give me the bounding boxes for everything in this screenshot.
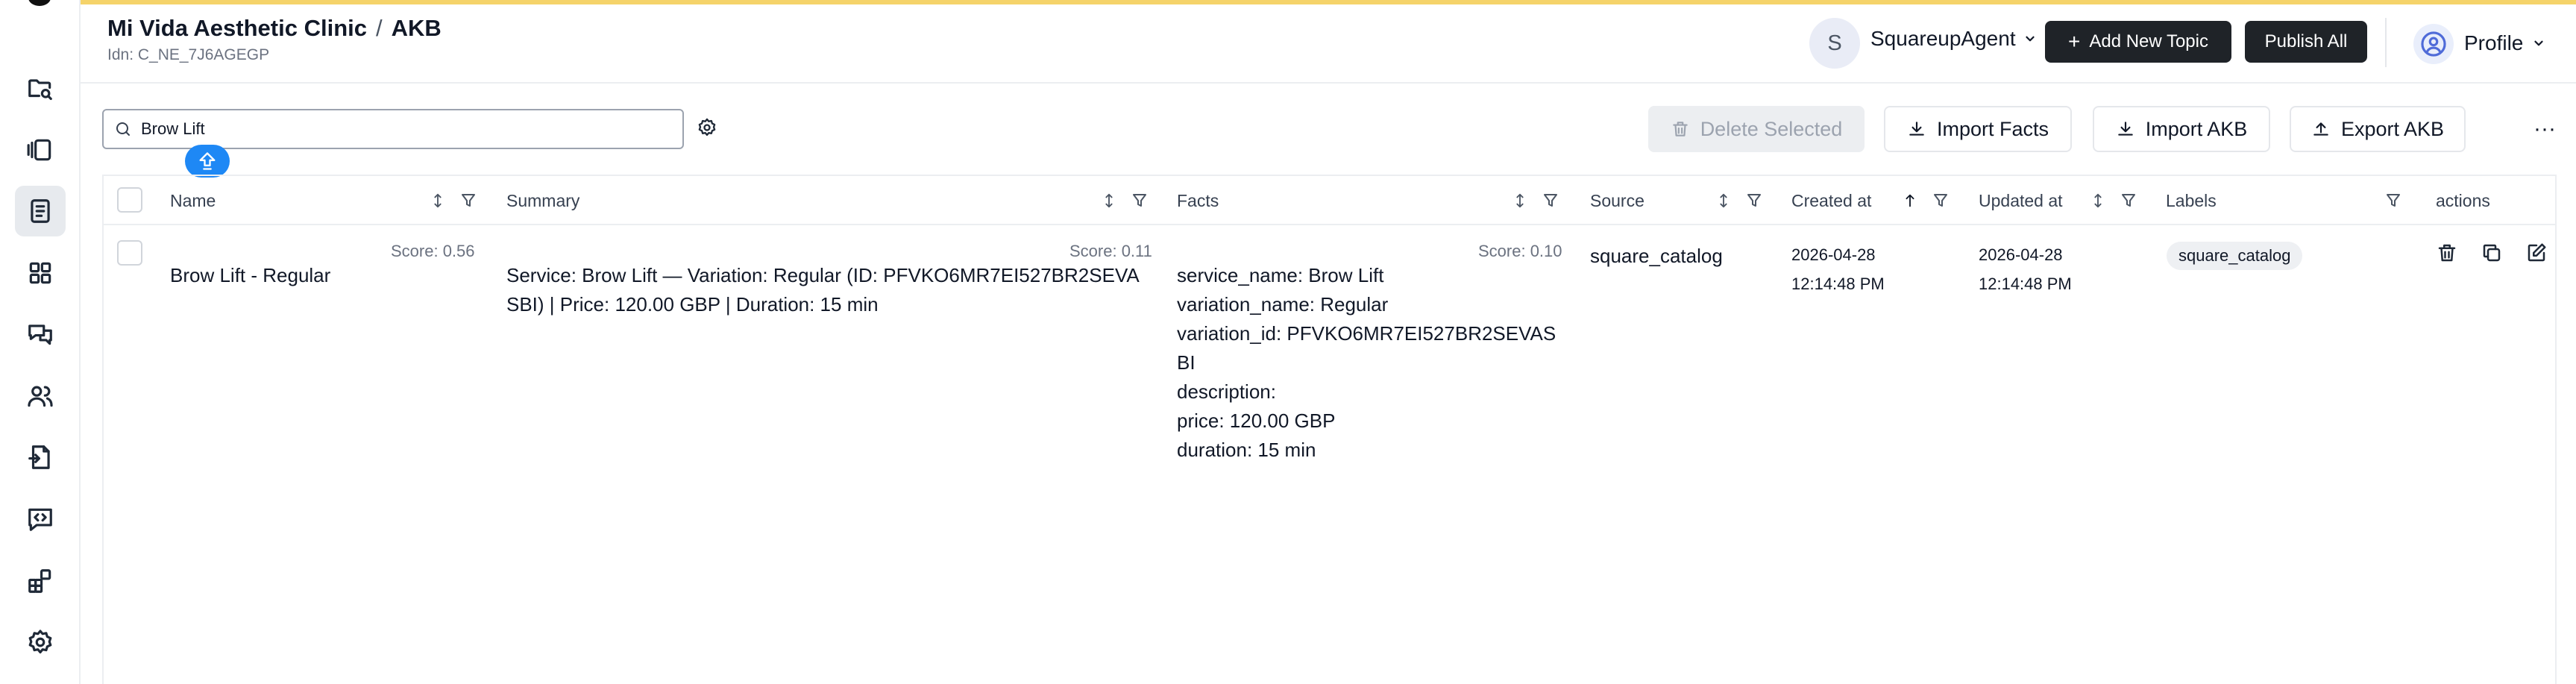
sidebar-item-panels[interactable]	[15, 125, 66, 175]
gear-icon	[28, 630, 52, 654]
sort-icon[interactable]	[1101, 191, 1117, 210]
sidebar-item-code[interactable]	[15, 494, 66, 545]
download-icon	[2117, 122, 2133, 136]
sort-icon[interactable]	[1715, 191, 1732, 210]
app-logo[interactable]	[28, 0, 51, 6]
agent-selector[interactable]: SquareupAgent	[1870, 27, 2037, 51]
row-summary: Service: Brow Lift — Variation: Regular …	[506, 264, 1140, 316]
sort-icon[interactable]	[430, 191, 446, 210]
export-akb-button[interactable]: Export AKB	[2290, 106, 2466, 152]
filter-icon[interactable]	[2120, 191, 2137, 210]
sidebar-item-integrations[interactable]	[15, 556, 66, 606]
sidebar-item-settings[interactable]	[15, 617, 66, 668]
summary-score: Score: 0.11	[1069, 242, 1152, 260]
header-divider	[2385, 18, 2387, 67]
row-actions	[2436, 242, 2548, 264]
publish-all-button[interactable]: Publish All	[2245, 21, 2367, 63]
agent-name: SquareupAgent	[1870, 27, 2016, 50]
facts-score: Score: 0.10	[1478, 242, 1562, 260]
agent-avatar[interactable]: S	[1809, 18, 1860, 69]
sidebar-item-dashboard[interactable]	[15, 248, 66, 298]
filter-icon[interactable]	[1745, 191, 1763, 210]
column-header-summary[interactable]: Summary	[506, 176, 579, 225]
column-header-created-at[interactable]: Created at	[1791, 176, 1871, 225]
sort-ascending-icon[interactable]	[1902, 191, 1918, 210]
arrow-up-icon	[199, 152, 216, 170]
select-all-checkbox[interactable]	[117, 187, 142, 213]
profile-menu[interactable]: Profile	[2464, 31, 2545, 55]
document-icon	[31, 199, 50, 223]
breadcrumb-clinic[interactable]: Mi Vida Aesthetic Clinic	[107, 15, 367, 41]
column-header-name[interactable]: Name	[170, 176, 216, 225]
column-header-actions: actions	[2436, 190, 2490, 210]
sidebar-item-files[interactable]	[15, 432, 66, 483]
row-updated-at: 2026-04-28 12:14:48 PM	[1979, 245, 2072, 293]
search-icon	[116, 122, 130, 136]
import-akb-button[interactable]: Import AKB	[2093, 106, 2270, 152]
import-facts-button[interactable]: Import Facts	[1884, 106, 2072, 152]
delete-selected-button[interactable]: Delete Selected	[1648, 106, 1865, 152]
clinic-id: Idn: C_NE_7J6AGEGP	[107, 46, 270, 63]
more-icon: ···	[2533, 116, 2556, 141]
filter-icon[interactable]	[2384, 191, 2402, 210]
users-icon	[28, 386, 53, 407]
sidebar-item-conversations[interactable]	[15, 309, 66, 360]
breadcrumb-section: AKB	[391, 15, 442, 41]
row-name[interactable]: Brow Lift - Regular	[170, 261, 330, 290]
column-header-facts[interactable]: Facts	[1177, 176, 1219, 225]
akb-table: Name Summary Facts Source Created at Upd…	[102, 175, 2557, 684]
sidebar-item-folders[interactable]	[15, 63, 66, 114]
chevron-down-icon	[2534, 40, 2543, 46]
guide-hint-badge[interactable]	[185, 145, 230, 178]
breadcrumb-separator: /	[375, 15, 383, 41]
profile-avatar-icon[interactable]	[2413, 24, 2454, 64]
filter-icon[interactable]	[1932, 191, 1950, 210]
filter-icon[interactable]	[1131, 191, 1149, 210]
folder-search-icon	[28, 79, 52, 101]
gear-icon	[698, 118, 716, 137]
search-settings-button[interactable]	[694, 114, 720, 141]
sort-icon[interactable]	[2090, 191, 2106, 210]
table-header: Name Summary Facts Source Created at Upd…	[104, 176, 2555, 225]
trash-icon	[1672, 122, 1688, 137]
column-header-source[interactable]: Source	[1590, 176, 1644, 225]
file-transfer-icon	[28, 445, 50, 469]
column-header-labels[interactable]: Labels	[2166, 176, 2217, 225]
row-created-at: 2026-04-28 12:14:48 PM	[1791, 245, 1885, 293]
page-title: Mi Vida Aesthetic Clinic / AKB	[107, 15, 442, 42]
apps-add-icon	[28, 569, 51, 593]
edit-icon[interactable]	[2525, 242, 2548, 264]
row-checkbox[interactable]	[117, 240, 142, 266]
sidebar-item-users[interactable]	[15, 371, 66, 421]
user-circle-icon	[2421, 31, 2446, 57]
column-header-updated-at[interactable]: Updated at	[1979, 176, 2063, 225]
chat-bubbles-icon	[28, 324, 52, 345]
sort-icon[interactable]	[1512, 191, 1528, 210]
copy-icon[interactable]	[2481, 242, 2503, 264]
name-score: Score: 0.56	[391, 242, 475, 260]
page-header: Mi Vida Aesthetic Clinic / AKB Idn: C_NE_7…	[81, 4, 2576, 84]
sidebar-item-akb[interactable]	[15, 186, 66, 236]
row-facts: service_name: Brow Lift variation_name: …	[1177, 264, 1556, 461]
more-options-button[interactable]: ···	[2528, 116, 2561, 142]
add-new-topic-button[interactable]: + Add New Topic	[2045, 21, 2231, 63]
sidebar-rail	[0, 0, 81, 684]
chevron-down-icon	[2025, 36, 2035, 42]
label-badge: square_catalog	[2167, 242, 2303, 270]
panels-icon	[27, 139, 51, 161]
trash-icon[interactable]	[2436, 242, 2458, 264]
code-message-icon	[28, 508, 52, 531]
download-icon	[1909, 122, 1924, 136]
search-input[interactable]	[141, 119, 663, 139]
plus-icon: +	[2067, 30, 2081, 53]
row-source: square_catalog	[1590, 245, 1723, 267]
filter-icon[interactable]	[459, 191, 477, 210]
grid-icon	[29, 262, 51, 284]
filter-icon[interactable]	[1542, 191, 1559, 210]
search-box[interactable]	[102, 109, 684, 149]
upload-icon	[2313, 122, 2328, 136]
